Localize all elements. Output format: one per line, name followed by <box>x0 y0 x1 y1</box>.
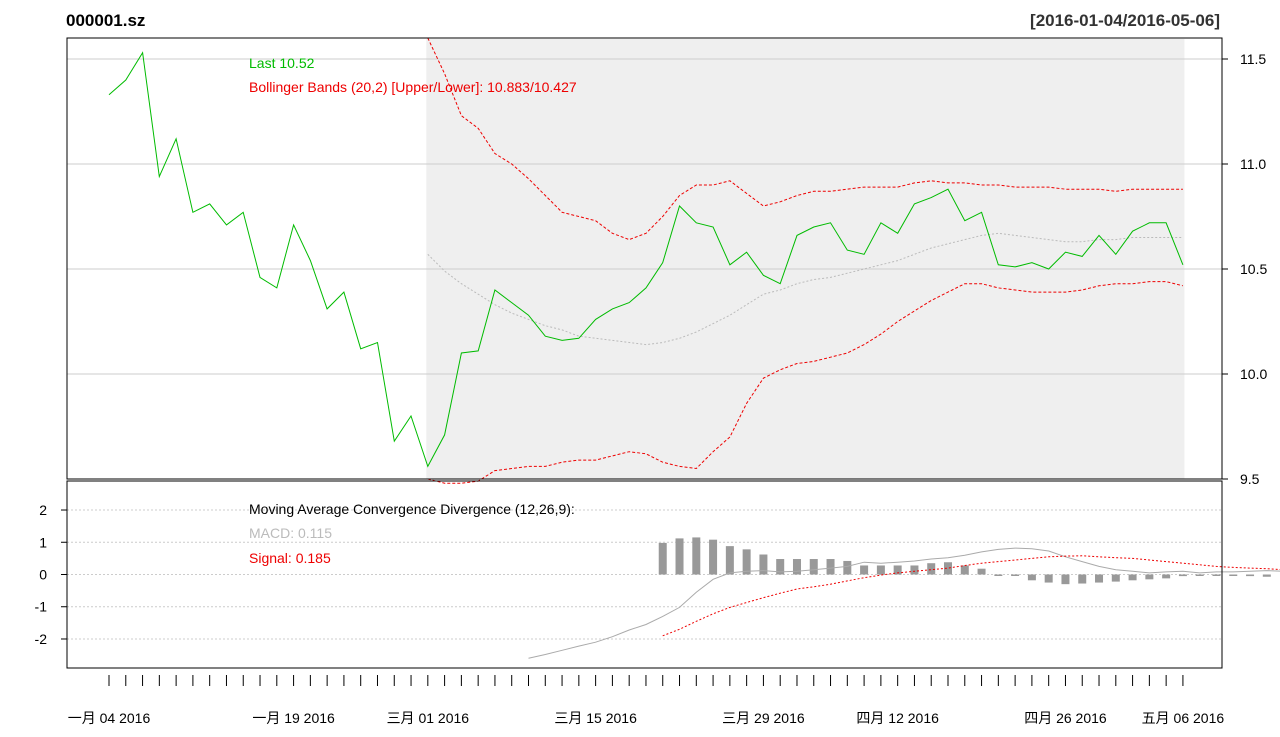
macd-histogram-bar <box>759 554 768 575</box>
macd-y-tick-label: -1 <box>35 599 48 615</box>
legend-last-price: Last 10.52 <box>249 55 315 71</box>
macd-histogram-bar <box>994 574 1003 576</box>
macd-histogram-bar <box>1078 574 1087 584</box>
macd-histogram-bar <box>675 538 684 575</box>
macd-histogram-bar <box>792 559 801 575</box>
price-panel: 9.5 10.0 10.5 11.0 11.5 Last 10.52 Bollinger… <box>66 37 1267 487</box>
macd-histogram-bar <box>876 565 885 575</box>
macd-y-tick-label: 0 <box>39 567 47 583</box>
chart-canvas: 000001.sz [2016-01-04/2016-05-06] 9.5 10.… <box>35 11 1280 726</box>
legend-macd-title: Moving Average Convergence Divergence (1… <box>249 501 575 517</box>
date-range-title: [2016-01-04/2016-05-06] <box>1030 11 1220 30</box>
price-y-tick-label: 10.5 <box>1240 261 1267 277</box>
x-tick-label: 三月 15 2016 <box>554 710 637 726</box>
macd-histogram-bar <box>809 559 818 575</box>
legend-bollinger: Bollinger Bands (20,2) [Upper/Lower]: 10… <box>249 79 577 95</box>
macd-histogram-bar <box>725 546 734 575</box>
macd-histogram-bar <box>1178 574 1187 577</box>
chart-title: 000001.sz <box>66 11 145 30</box>
macd-histogram-bar <box>658 542 667 575</box>
macd-histogram-bar <box>843 560 852 575</box>
macd-histogram-bar <box>1011 574 1020 576</box>
price-y-tick-label: 9.5 <box>1240 471 1260 487</box>
macd-histogram-bar <box>960 565 969 575</box>
macd-histogram <box>658 537 1271 585</box>
macd-y-axis: -2 -1 0 1 2 <box>35 502 67 647</box>
x-tick-label: 五月 06 2016 <box>1142 710 1225 726</box>
x-tick-label: 一月 19 2016 <box>252 710 335 726</box>
macd-histogram-bar <box>709 539 718 575</box>
macd-histogram-bar <box>1195 574 1204 576</box>
macd-histogram-bar <box>977 568 986 575</box>
macd-histogram-bar <box>1162 574 1171 579</box>
x-tick-label: 三月 01 2016 <box>387 710 470 726</box>
macd-line <box>528 547 1280 659</box>
price-y-axis: 9.5 10.0 10.5 11.0 11.5 <box>1222 51 1267 487</box>
x-axis: 一月 04 2016 一月 19 2016 三月 01 2016 三月 15 2016… <box>68 675 1225 726</box>
macd-histogram-bar <box>910 565 919 575</box>
macd-histogram-bar <box>1145 574 1154 580</box>
price-y-tick-label: 11.0 <box>1240 156 1266 172</box>
macd-histogram-bar <box>927 563 936 575</box>
macd-histogram-bar <box>1212 574 1221 576</box>
x-tick-label: 一月 04 2016 <box>68 710 151 726</box>
macd-histogram-bar <box>1111 574 1120 582</box>
legend-signal-value: Signal: 0.185 <box>249 550 331 566</box>
macd-y-tick-label: -2 <box>35 631 48 647</box>
macd-histogram-bar <box>860 565 869 575</box>
legend-macd-value: MACD: 0.115 <box>249 525 332 541</box>
macd-y-tick-label: 2 <box>39 502 47 518</box>
macd-panel: -2 -1 0 1 2 Moving Average Convergence Diver… <box>35 480 1280 669</box>
macd-histogram-bar <box>1061 574 1070 585</box>
macd-histogram-bar <box>1027 574 1036 581</box>
macd-histogram-bar <box>826 559 835 575</box>
macd-y-tick-label: 1 <box>39 534 47 550</box>
macd-histogram-bar <box>1229 574 1238 576</box>
macd-histogram-bar <box>692 537 701 575</box>
signal-line <box>662 555 1280 637</box>
price-y-tick-label: 10.0 <box>1240 366 1267 382</box>
bollinger-band-region <box>426 39 1185 479</box>
price-y-tick-label: 11.5 <box>1240 51 1266 67</box>
macd-histogram-bar <box>1262 574 1271 577</box>
x-tick-label: 四月 26 2016 <box>1024 710 1107 726</box>
x-tick-label: 四月 12 2016 <box>856 710 939 726</box>
macd-histogram-bar <box>1044 574 1053 583</box>
x-tick-label: 三月 29 2016 <box>722 710 805 726</box>
macd-histogram-bar <box>1246 574 1255 577</box>
macd-histogram-bar <box>1095 574 1104 583</box>
macd-histogram-bar <box>1128 574 1137 581</box>
